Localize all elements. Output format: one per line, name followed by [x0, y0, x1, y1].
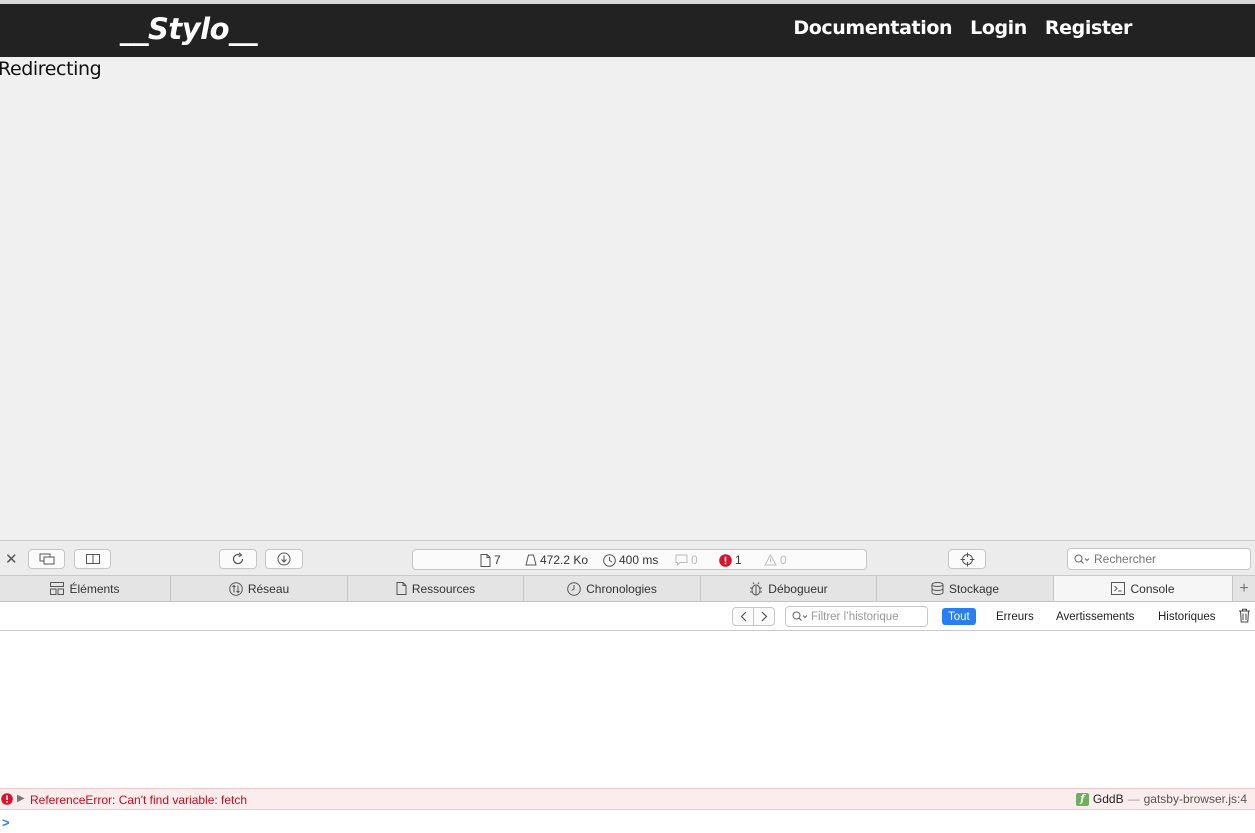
error-count[interactable]: 1: [719, 553, 742, 567]
storage-icon: [931, 582, 944, 595]
warning-count[interactable]: 0: [764, 553, 787, 567]
network-icon: [229, 581, 243, 596]
search-icon: [1074, 554, 1090, 564]
error-count-value: 1: [735, 553, 742, 567]
level-logs[interactable]: Historiques: [1152, 608, 1222, 625]
document-icon: [480, 553, 491, 567]
weight-icon: [525, 554, 537, 566]
console-input[interactable]: [14, 814, 1244, 831]
download-archive-button[interactable]: [265, 549, 303, 569]
tab-storage-label: Stockage: [948, 581, 1000, 596]
transfer-size[interactable]: 472.2 Ko: [525, 553, 588, 567]
redirect-message: Redirecting: [0, 58, 102, 80]
download-icon: [277, 552, 291, 566]
history-filter[interactable]: [785, 606, 928, 627]
web-inspector: ✕ 7 472.2 Ko 400 ms 0 1 0 Rechercher Élé…: [0, 540, 1255, 833]
chevron-right-icon: [761, 611, 767, 622]
tab-debugger-label: Débogueur: [768, 581, 828, 596]
log-message-icon: [675, 554, 688, 566]
resources-count[interactable]: 7: [480, 553, 501, 567]
error-message-text: ReferenceError: Can't find variable: fet…: [30, 793, 248, 807]
plus-icon: +: [1239, 579, 1249, 597]
history-forward-button[interactable]: [754, 608, 774, 625]
tab-resources[interactable]: Ressources: [348, 576, 524, 601]
reload-button[interactable]: [219, 549, 257, 569]
add-tab-button[interactable]: +: [1233, 576, 1255, 601]
clear-console-button[interactable]: [1238, 608, 1251, 628]
clock-icon: [603, 553, 616, 567]
navbar: __Stylo__ Documentation Login Register: [0, 4, 1255, 57]
tab-elements[interactable]: Éléments: [0, 576, 171, 601]
tab-console[interactable]: Console: [1054, 576, 1233, 601]
site-logo[interactable]: __Stylo__: [120, 12, 258, 46]
status-summary: 7 472.2 Ko 400 ms 0 1 0: [412, 549, 867, 570]
error-badge-icon: [719, 553, 732, 567]
log-count-value: 0: [691, 553, 698, 567]
history-navigation: [732, 607, 775, 626]
transfer-size-value: 472.2 Ko: [540, 553, 589, 567]
console-message-error[interactable]: ▶ ReferenceError: Can't find variable: f…: [0, 788, 1255, 810]
nav-link-login[interactable]: Login: [970, 17, 1027, 39]
inspector-search-input[interactable]: [1094, 552, 1244, 566]
reload-icon: [232, 552, 244, 565]
timelines-icon: [567, 581, 581, 596]
trash-icon: [1239, 608, 1250, 623]
error-source: f GddB — gatsby-browser.js:4: [1075, 792, 1247, 806]
console-filter-bar: Tout Erreurs Avertissements Historiques: [0, 602, 1255, 631]
tab-resources-label: Ressources: [411, 581, 476, 596]
history-filter-input[interactable]: [811, 610, 926, 623]
console-icon: [1111, 582, 1126, 595]
level-errors[interactable]: Erreurs: [990, 608, 1040, 625]
nav-link-documentation[interactable]: Documentation: [793, 17, 952, 39]
history-back-button[interactable]: [733, 608, 754, 625]
inspector-tab-bar: Éléments Réseau Ressources Chronologies: [0, 576, 1255, 602]
dock-side-button[interactable]: [74, 549, 111, 569]
resources-count-value: 7: [494, 553, 501, 567]
inspector-search[interactable]: [1067, 548, 1251, 570]
error-icon: [1, 793, 13, 805]
nav-links: Documentation Login Register: [793, 17, 1132, 39]
warning-icon: [764, 554, 777, 566]
level-warnings[interactable]: Avertissements: [1050, 608, 1140, 625]
error-source-link[interactable]: gatsby-browser.js:4: [1144, 792, 1247, 806]
level-all[interactable]: Tout: [942, 608, 976, 625]
load-time[interactable]: 400 ms: [603, 553, 658, 567]
tab-network[interactable]: Réseau: [171, 576, 348, 601]
nav-link-register[interactable]: Register: [1045, 17, 1132, 39]
chevron-left-icon: [740, 611, 746, 622]
tab-console-label: Console: [1130, 581, 1175, 596]
detach-window-icon: [39, 553, 54, 565]
dock-side-icon: [85, 554, 100, 564]
function-icon: f: [1075, 792, 1089, 806]
close-inspector-icon[interactable]: ✕: [5, 550, 18, 568]
filter-search-icon: [792, 611, 808, 621]
load-time-value: 400 ms: [619, 553, 659, 567]
resources-icon: [396, 582, 407, 595]
tab-timelines[interactable]: Chronologies: [524, 576, 701, 601]
debugger-icon: [750, 581, 763, 595]
source-separator: —: [1127, 792, 1140, 806]
elements-icon: [50, 582, 65, 595]
log-count[interactable]: 0: [675, 553, 698, 567]
tab-network-label: Réseau: [247, 581, 290, 596]
console-prompt: >: [0, 812, 1255, 833]
tab-elements-label: Éléments: [69, 581, 120, 596]
crosshair-icon: [960, 552, 974, 566]
prompt-chevron-icon: >: [2, 815, 10, 830]
console-output: ▶ ReferenceError: Can't find variable: f…: [0, 632, 1255, 833]
inspect-element-button[interactable]: [948, 549, 986, 569]
detach-window-button[interactable]: [28, 549, 65, 569]
tab-timelines-label: Chronologies: [586, 581, 657, 596]
expand-triangle-icon[interactable]: ▶: [17, 793, 25, 804]
error-function-name: GddB: [1092, 792, 1124, 806]
warning-count-value: 0: [780, 553, 787, 567]
inspector-toolbar: ✕ 7 472.2 Ko 400 ms 0 1 0 Rechercher: [0, 540, 1255, 576]
tab-debugger[interactable]: Débogueur: [701, 576, 877, 601]
tab-storage[interactable]: Stockage: [877, 576, 1054, 601]
